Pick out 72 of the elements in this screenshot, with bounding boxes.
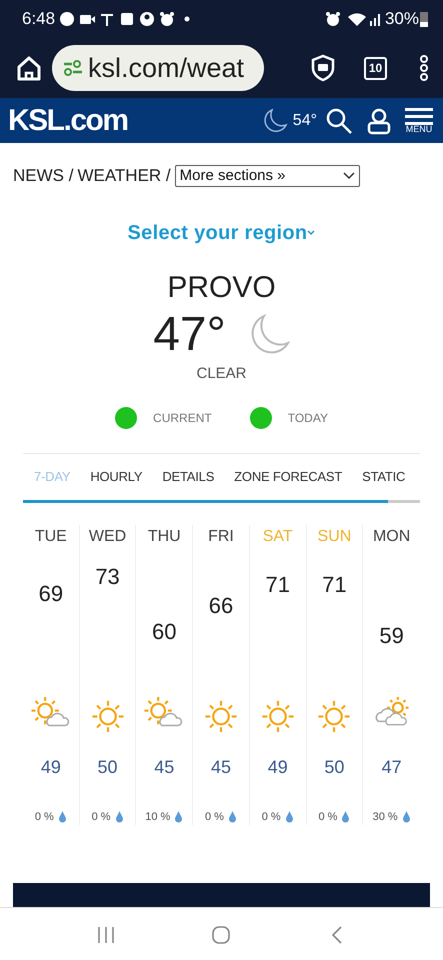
raindrop-icon [174, 810, 184, 824]
forecast-tab[interactable]: ZONE FORECAST [234, 467, 342, 487]
chevron-down-icon [342, 172, 355, 180]
low-temperature: 47 [382, 756, 402, 779]
high-temperature: 60 [152, 618, 177, 646]
day-name: SAT [262, 527, 293, 547]
user-icon[interactable] [367, 106, 391, 134]
high-temperature: 66 [208, 592, 234, 620]
site-settings-icon [62, 58, 84, 78]
sections-dropdown[interactable]: More sections » [174, 164, 360, 187]
signal-icon [368, 11, 381, 27]
precipitation-chance: 0 % [318, 810, 338, 825]
breadcrumb-link[interactable]: NEWS / [13, 163, 74, 188]
carrier-icon [99, 11, 116, 27]
current-temperature: 47° [153, 310, 226, 358]
forecast-tab[interactable]: DETAILS [162, 467, 214, 487]
legend-label: TODAY [288, 410, 328, 427]
raindrop-icon [284, 810, 294, 824]
precipitation-chance: 0 % [262, 810, 281, 825]
address-bar[interactable]: ksl.com/weat [52, 45, 264, 91]
low-temperature: 45 [210, 756, 231, 779]
menu-label: MENU [406, 125, 432, 134]
raindrop-icon [341, 810, 350, 824]
more-options-icon[interactable] [419, 54, 429, 82]
current-condition: CLEAR [196, 364, 247, 384]
low-temperature: 49 [40, 756, 61, 779]
day-name: MON [372, 527, 410, 547]
high-temperature: 73 [95, 563, 120, 592]
alarm-icon [324, 11, 341, 27]
legend-label: CURRENT [153, 410, 212, 427]
ad-block-shield-icon[interactable] [310, 54, 336, 82]
breadcrumb-link[interactable]: WEATHER / [77, 163, 171, 188]
high-temperature: 69 [38, 580, 64, 608]
precipitation-chance: 0 % [92, 810, 111, 825]
header-temperature: 54° [292, 110, 317, 130]
precipitation-chance: 10 % [145, 810, 170, 825]
raindrop-icon [114, 810, 124, 824]
raindrop-icon [228, 810, 237, 824]
battery-level: 30% [384, 8, 419, 30]
recent-apps-icon[interactable] [96, 925, 116, 945]
home-button-icon[interactable] [211, 925, 232, 945]
search-icon[interactable] [325, 106, 353, 134]
wifi-icon [346, 11, 367, 27]
day-name: THU [148, 527, 181, 547]
tab-count-button[interactable]: 10 [364, 56, 387, 80]
precipitation-chance: 0 % [34, 810, 54, 825]
caret-icon [307, 230, 316, 236]
raindrop-icon [402, 810, 411, 824]
menu-button[interactable]: MENU [405, 107, 433, 134]
high-temperature: 71 [265, 571, 290, 600]
low-temperature: 49 [268, 756, 288, 779]
battery-icon [419, 10, 429, 28]
forecast-tab[interactable]: STATIC [362, 467, 406, 487]
url-text: ksl.com/weat [88, 52, 244, 85]
status-time: 6:48 [22, 8, 56, 30]
low-temperature: 50 [324, 756, 344, 779]
city-name: PROVO [167, 272, 276, 302]
day-name: FRI [208, 527, 234, 547]
precipitation-chance: 30 % [372, 810, 398, 825]
low-temperature: 45 [154, 756, 174, 779]
menu-icon [405, 107, 433, 125]
day-name: WED [88, 527, 126, 547]
low-temperature: 50 [98, 756, 118, 779]
alarm-icon [159, 11, 176, 27]
precipitation-chance: 0 % [205, 810, 224, 825]
site-logo[interactable]: KSL.com [8, 98, 128, 143]
forecast-tab[interactable]: HOURLY [90, 467, 142, 487]
high-temperature: 59 [379, 622, 404, 650]
day-name: TUE [34, 527, 67, 547]
raindrop-icon [58, 810, 67, 824]
day-name: SUN [318, 527, 352, 547]
high-temperature: 71 [322, 571, 347, 600]
